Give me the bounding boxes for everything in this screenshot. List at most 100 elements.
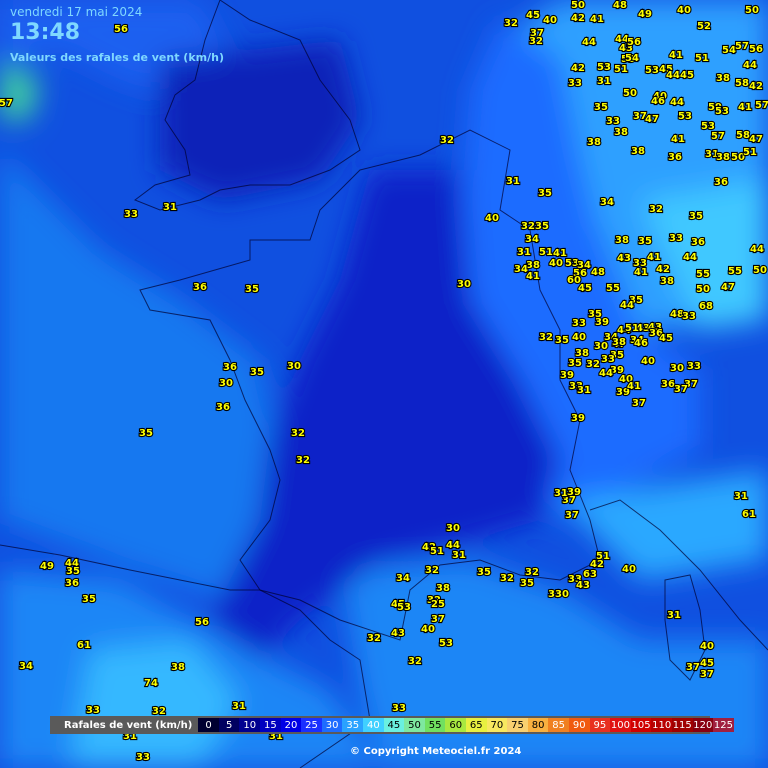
station-gust-value: 40 [572, 332, 586, 343]
station-gust-value: 31 [597, 76, 611, 87]
legend-swatch-45: 45 [383, 718, 405, 732]
station-gust-value: 32 [440, 135, 454, 146]
station-gust-value: 38 [716, 152, 730, 163]
station-gust-value: 53 [597, 62, 611, 73]
station-gust-value: 36 [714, 177, 728, 188]
station-gust-value: 53 [678, 111, 692, 122]
station-gust-value: 45 [659, 333, 673, 344]
legend-swatch-95: 95 [589, 718, 611, 732]
station-gust-value: 37 [686, 662, 700, 673]
station-gust-value: 55 [728, 266, 742, 277]
station-gust-value: 37 [674, 384, 688, 395]
legend-swatch-40: 40 [363, 718, 384, 732]
legend-swatch-65: 65 [466, 718, 487, 732]
station-gust-value: 39 [560, 370, 574, 381]
station-gust-value: 47 [645, 114, 659, 125]
station-gust-value: 56 [749, 44, 763, 55]
station-gust-value: 49 [638, 9, 652, 20]
station-gust-value: 46 [634, 338, 648, 349]
station-gust-value: 33 [568, 78, 582, 89]
color-legend: Rafales de vent (km/h) 0 5 10 15 20 25 30 35 40 4… [50, 716, 734, 734]
station-gust-value: 30 [457, 279, 471, 290]
station-gust-value: 51 [695, 53, 709, 64]
station-gust-value: 35 [535, 221, 549, 232]
station-gust-value: 33 [86, 705, 100, 716]
station-gust-value: 35 [139, 428, 153, 439]
station-gust-value: 48 [591, 267, 605, 278]
station-gust-value: 51 [614, 64, 628, 75]
legend-label: Rafales de vent (km/h) [64, 719, 193, 731]
station-gust-value: 61 [742, 509, 756, 520]
legend-swatch-105: 105 [630, 718, 652, 732]
station-gust-value: 30 [594, 341, 608, 352]
legend-swatch-60: 60 [445, 718, 466, 732]
station-gust-value: 44 [670, 97, 684, 108]
station-gust-value: 54 [722, 45, 736, 56]
station-gust-value: 50 [623, 88, 637, 99]
legend-scale: 0 5 10 15 20 25 30 35 40 45 50 55 60 65 70 75 80 85 90 95 10… [198, 718, 734, 732]
station-gust-value: 31 [232, 701, 246, 712]
station-gust-value: 38 [612, 337, 626, 348]
station-gust-value: 55 [606, 283, 620, 294]
station-gust-value: 32 [539, 332, 553, 343]
station-gust-value: 52 [697, 21, 711, 32]
legend-swatch-70: 70 [486, 718, 508, 732]
station-gust-value: 40 [421, 624, 435, 635]
station-gust-value: 32 [504, 18, 518, 29]
station-gust-value: 51 [743, 147, 757, 158]
station-gust-value: 32 [291, 428, 305, 439]
station-gust-value: 33 [682, 311, 696, 322]
station-gust-value: 35 [594, 102, 608, 113]
station-gust-value: 32 [367, 633, 381, 644]
station-gust-value: 36 [193, 282, 207, 293]
station-gust-value: 33 [687, 361, 701, 372]
forecast-time: 13:48 [10, 20, 81, 45]
station-gust-value: 33 [572, 318, 586, 329]
station-gust-value: 51 [430, 546, 444, 557]
station-gust-value: 31 [734, 491, 748, 502]
station-gust-value: 40 [485, 213, 499, 224]
legend-swatch-20: 20 [280, 718, 302, 732]
station-gust-value: 51 [539, 247, 553, 258]
station-gust-value: 61 [77, 640, 91, 651]
station-gust-value: 38 [716, 73, 730, 84]
station-gust-value: 63 [583, 569, 597, 580]
station-gust-value: 32 [586, 359, 600, 370]
station-gust-value: 47 [721, 282, 735, 293]
station-gust-value: 30 [670, 363, 684, 374]
station-gust-value: 38 [614, 127, 628, 138]
station-gust-value: 33 [124, 209, 138, 220]
station-gust-value: 53 [715, 106, 729, 117]
station-gust-value: 35 [689, 211, 703, 222]
legend-swatch-80: 80 [527, 718, 549, 732]
station-gust-value: 33 [601, 354, 615, 365]
station-gust-value: 48 [613, 0, 627, 11]
legend-swatch-110: 110 [651, 718, 672, 732]
station-gust-value: 41 [671, 134, 685, 145]
legend-swatch-15: 15 [260, 718, 281, 732]
station-gust-value: 53 [439, 638, 453, 649]
station-gust-value: 45 [700, 658, 714, 669]
station-gust-value: 41 [634, 267, 648, 278]
station-gust-value: 38 [526, 260, 540, 271]
station-gust-value: 43 [576, 580, 590, 591]
station-gust-value: 30 [446, 523, 460, 534]
station-gust-value: 44 [743, 60, 757, 71]
station-gust-value: 44 [620, 300, 634, 311]
station-gust-value: 51 [625, 323, 639, 334]
station-gust-value: 56 [114, 24, 128, 35]
station-gust-value: 42 [749, 81, 763, 92]
station-gust-value: 56 [195, 617, 209, 628]
station-gust-value: 38 [587, 137, 601, 148]
station-gust-value: 44 [582, 37, 596, 48]
station-gust-value: 32 [408, 656, 422, 667]
station-gust-value: 37 [632, 398, 646, 409]
station-gust-value: 40 [677, 5, 691, 16]
station-gust-value: 57 [755, 100, 768, 111]
copyright-notice: © Copyright Meteociel.fr 2024 [350, 746, 522, 757]
station-gust-value: 40 [641, 356, 655, 367]
station-gust-value: 34 [19, 661, 33, 672]
legend-swatch-35: 35 [342, 718, 364, 732]
station-gust-value: 31 [452, 550, 466, 561]
station-gust-value: 55 [696, 269, 710, 280]
